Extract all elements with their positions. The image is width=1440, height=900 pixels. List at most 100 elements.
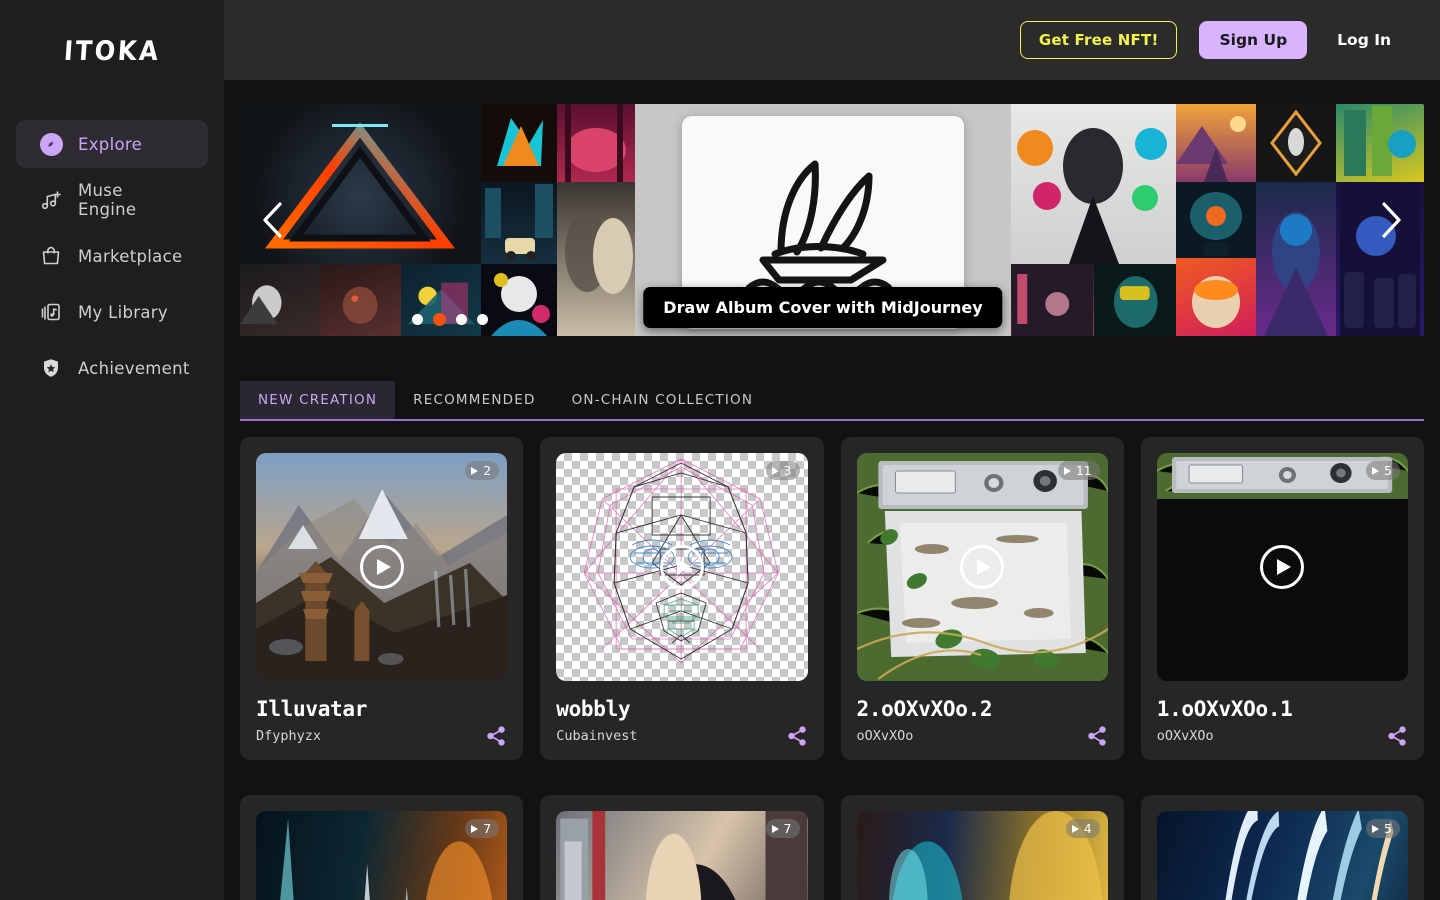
creation-grid: 2 Illuvatar Dfyphyzx 3 wobbly Cubainvest… — [240, 437, 1424, 760]
play-triangle-icon — [471, 824, 479, 833]
play-triangle-icon — [771, 824, 779, 833]
play-triangle-icon — [1372, 466, 1380, 475]
banner-tile — [1256, 182, 1336, 336]
play-count: 11 — [1075, 463, 1092, 478]
card-artist: oOXvXOo — [856, 728, 914, 744]
app-logo[interactable]: ITOKA — [0, 22, 224, 80]
banner-tile — [1176, 182, 1256, 258]
sidebar-item-explore[interactable]: Explore — [16, 120, 208, 168]
play-button[interactable] — [359, 545, 404, 589]
card-title: 1.oOXvXOo.1 — [1156, 697, 1293, 721]
play-button[interactable] — [659, 545, 704, 589]
creation-card[interactable]: 3 wobbly Cubainvest — [540, 437, 824, 760]
tab-new-creation[interactable]: NEW CREATION — [240, 381, 396, 419]
banner-tile — [1176, 104, 1256, 182]
carousel-dots — [412, 313, 488, 326]
play-triangle-icon — [1063, 466, 1071, 475]
card-thumbnail[interactable]: 5 — [1156, 453, 1408, 681]
creation-card[interactable]: 7 — [240, 795, 524, 900]
share-icon[interactable] — [1086, 725, 1108, 747]
banner-tile — [481, 104, 557, 182]
creation-card[interactable]: 11 2.oOXvXOo.2 oOXvXOo — [840, 437, 1124, 760]
play-triangle-icon — [1071, 824, 1079, 833]
tab-on-chain-collection[interactable]: ON-CHAIN COLLECTION — [554, 381, 772, 419]
banner-tile — [1011, 104, 1176, 264]
banner-tile — [1176, 258, 1256, 336]
card-title: wobbly — [556, 697, 631, 721]
creation-card[interactable]: 5 1.oOXvXOo.1 oOXvXOo — [1140, 437, 1424, 760]
log-in-link[interactable]: Log In — [1337, 31, 1391, 49]
sidebar-item-label: Achievement — [78, 358, 190, 378]
card-thumbnail[interactable]: 5 — [1156, 811, 1408, 900]
play-button[interactable] — [960, 545, 1005, 589]
card-thumbnail[interactable]: 3 — [556, 453, 808, 681]
creation-card[interactable]: 7 — [540, 795, 824, 900]
creation-card[interactable]: 2 Illuvatar Dfyphyzx — [240, 437, 524, 760]
banner-tooltip: Draw Album Cover with MidJourney — [643, 287, 1003, 328]
play-button[interactable] — [1260, 545, 1305, 589]
compass-icon — [38, 131, 64, 157]
sidebar-item-label: Marketplace — [78, 246, 183, 266]
sidebar-item-label: Explore — [78, 134, 143, 154]
share-icon[interactable] — [485, 725, 507, 747]
play-count: 7 — [483, 821, 492, 836]
banner-tile — [557, 182, 635, 336]
shopping-bag-icon — [38, 243, 64, 269]
carousel-dot[interactable] — [456, 314, 467, 325]
carousel-next-button[interactable] — [1374, 197, 1408, 243]
play-count: 5 — [1384, 463, 1392, 478]
sidebar-item-label: My Library — [78, 302, 168, 322]
carousel-prev-button[interactable] — [256, 197, 290, 243]
creation-card[interactable]: 4 — [840, 795, 1124, 900]
sidebar-item-label: Muse Engine — [78, 181, 137, 219]
card-thumbnail[interactable]: 7 — [556, 811, 808, 900]
share-icon[interactable] — [1386, 725, 1408, 747]
banner-mosaic-right3 — [1256, 104, 1336, 336]
card-title: Illuvatar — [256, 697, 368, 721]
banner-mosaic-right1 — [1011, 104, 1176, 336]
sailboat-icon — [745, 160, 893, 297]
play-count: 7 — [783, 821, 792, 836]
play-count-badge: 7 — [465, 819, 500, 838]
card-thumbnail[interactable]: 2 — [256, 453, 508, 681]
content-tabs: NEW CREATION RECOMMENDED ON-CHAIN COLLEC… — [240, 381, 1424, 421]
play-triangle-icon — [471, 466, 479, 475]
banner-mosaic-midleft — [481, 104, 557, 336]
play-count: 2 — [483, 463, 492, 478]
app-root: ITOKA Explore Muse Engine Marketplace My… — [0, 0, 1440, 900]
carousel-dot-active[interactable] — [433, 313, 446, 326]
tab-recommended[interactable]: RECOMMENDED — [395, 381, 553, 419]
banner-tile — [1336, 104, 1424, 182]
sign-up-button[interactable]: Sign Up — [1199, 21, 1308, 59]
sidebar-item-marketplace[interactable]: Marketplace — [16, 232, 208, 280]
card-artist: Dfyphyzx — [256, 728, 322, 744]
play-count-badge: 7 — [765, 819, 800, 838]
sidebar-item-my-library[interactable]: My Library — [16, 288, 208, 336]
play-count-badge: 3 — [765, 461, 800, 480]
banner-tile — [1093, 264, 1176, 336]
hero-carousel[interactable]: Draw Album Cover with MidJourney — [240, 104, 1424, 336]
play-triangle-icon — [771, 466, 779, 475]
play-count: 4 — [1083, 821, 1092, 836]
logo-text: ITOKA — [62, 35, 162, 67]
play-count: 5 — [1384, 821, 1392, 836]
creation-card[interactable]: 5 — [1140, 795, 1424, 900]
carousel-dot[interactable] — [412, 314, 423, 325]
banner-mosaic-mid2 — [557, 104, 635, 336]
banner-mosaic-right2 — [1176, 104, 1256, 336]
card-artist: Cubainvest — [556, 728, 638, 744]
get-free-nft-button[interactable]: Get Free NFT! — [1019, 21, 1178, 59]
sidebar-item-achievement[interactable]: Achievement — [16, 344, 208, 392]
card-thumbnail[interactable]: 7 — [256, 811, 508, 900]
top-bar: Get Free NFT! Sign Up Log In — [224, 0, 1440, 80]
sidebar-item-muse-engine[interactable]: Muse Engine — [16, 176, 208, 224]
card-thumbnail[interactable]: 11 — [856, 453, 1108, 681]
card-title: 2.oOXvXOo.2 — [856, 697, 993, 721]
card-thumbnail[interactable]: 4 — [856, 811, 1108, 900]
play-count-badge: 5 — [1366, 819, 1400, 838]
share-icon[interactable] — [786, 725, 808, 747]
carousel-dot[interactable] — [477, 314, 488, 325]
banner-tile — [481, 264, 557, 336]
banner-tile — [1256, 104, 1336, 182]
banner-center-panel: Draw Album Cover with MidJourney — [635, 104, 1011, 336]
